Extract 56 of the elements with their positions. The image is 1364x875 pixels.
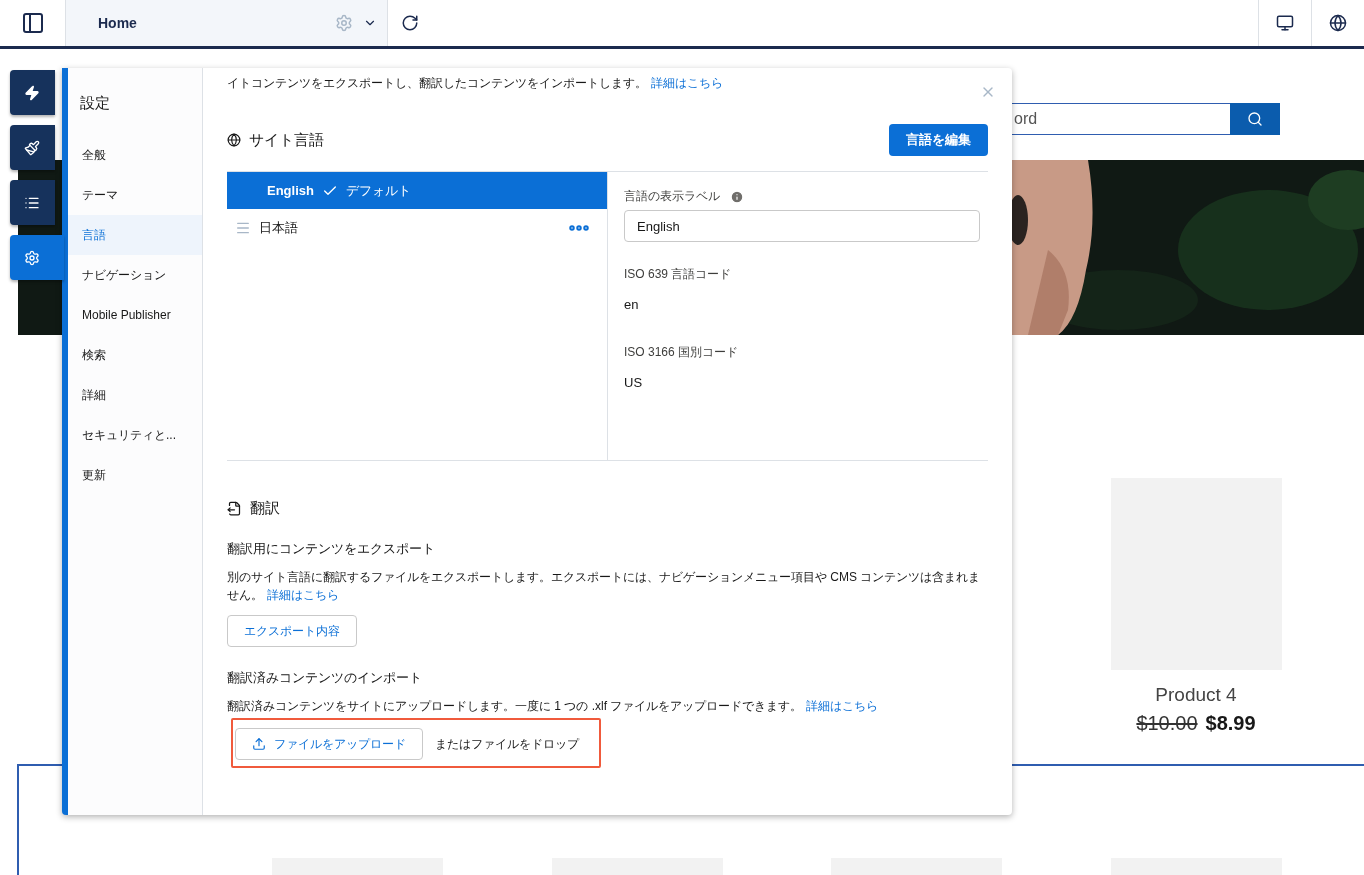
nav-item[interactable]: 詳細 [68,375,202,415]
learn-more-link[interactable]: 詳細はこちら [806,699,879,713]
field-label: ISO 639 言語コード [624,266,732,283]
globe-icon [1329,14,1347,32]
refresh-icon [401,14,419,32]
sale-price: $8.99 [1205,712,1256,735]
layout-icon [20,11,45,35]
intro-text: イトコンテンツをエクスポートし、翻訳したコンテンツをインポートします。 詳細はこちら [227,75,724,92]
lightning-icon [24,84,40,101]
section-heading: サイト言語 [249,130,324,150]
language-name: English [267,183,314,198]
learn-more-link[interactable]: 詳細はこちら [651,76,723,90]
monitor-icon [1276,14,1294,32]
tool-button[interactable] [10,70,55,115]
section-heading: 翻訳 [250,499,280,518]
globe-icon [227,133,241,147]
nav-item[interactable]: セキュリティと... [68,415,202,455]
field-value: US [624,375,644,390]
nav-item[interactable]: 検索 [68,335,202,375]
language-row[interactable]: English デフォルト [227,172,607,209]
default-label: デフォルト [345,181,411,200]
language-row[interactable]: 日本語 [227,209,607,246]
upload-icon [252,737,266,751]
tool-button[interactable] [10,125,55,170]
edit-languages-button[interactable]: 言語を編集 [889,124,988,156]
nav-item[interactable]: Mobile Publisher [68,295,202,335]
upload-button[interactable]: ファイルをアップロード [235,728,423,760]
info-icon[interactable] [730,189,744,204]
subsection-title: 翻訳済みコンテンツのインポート [227,669,423,687]
display-label-field[interactable]: English [624,210,980,242]
search-button[interactable] [1230,103,1280,135]
export-button[interactable]: エクスポート内容 [227,615,357,647]
learn-more-link[interactable]: 詳細はこちら [267,588,339,602]
subsection-title: 翻訳用にコンテンツをエクスポート [227,540,436,558]
document-arrow-icon [227,501,242,516]
field-label: 言語の表示ラベル [624,188,720,205]
product-name: Product 4 [1155,684,1237,706]
drop-hint: またはファイルをドロップ [435,735,579,753]
field-value: en [624,297,640,312]
nav-item[interactable]: 更新 [68,455,202,495]
settings-icon [24,249,40,266]
field-label: ISO 3166 国別コード [624,344,739,361]
search-field[interactable]: ord [1012,103,1230,135]
search-icon [1247,111,1263,127]
nav-item[interactable]: 全般 [68,135,202,175]
export-description: 別のサイト言語に翻訳するファイルをエクスポートします。エクスポートには、ナビゲーションメニュー項目や CMS コンテンツは含まれません。 詳細はこちら [227,569,982,604]
nav-item[interactable]: ナビゲーション [68,255,202,295]
brush-icon [24,139,40,156]
language-name: 日本語 [259,218,298,237]
import-description: 翻訳済みコンテンツをサイトにアップロードします。一度に 1 つの .xlf ファイルをアップロードできます。 詳細はこちら [227,698,880,715]
nav-item[interactable]: テーマ [68,175,202,215]
panel-title: 設定 [79,94,111,113]
settings-icon [335,14,353,32]
list-price: $10.00 [1136,712,1198,735]
nav-item[interactable]: 言語 [68,215,202,255]
page-selector[interactable]: Home [66,0,388,46]
